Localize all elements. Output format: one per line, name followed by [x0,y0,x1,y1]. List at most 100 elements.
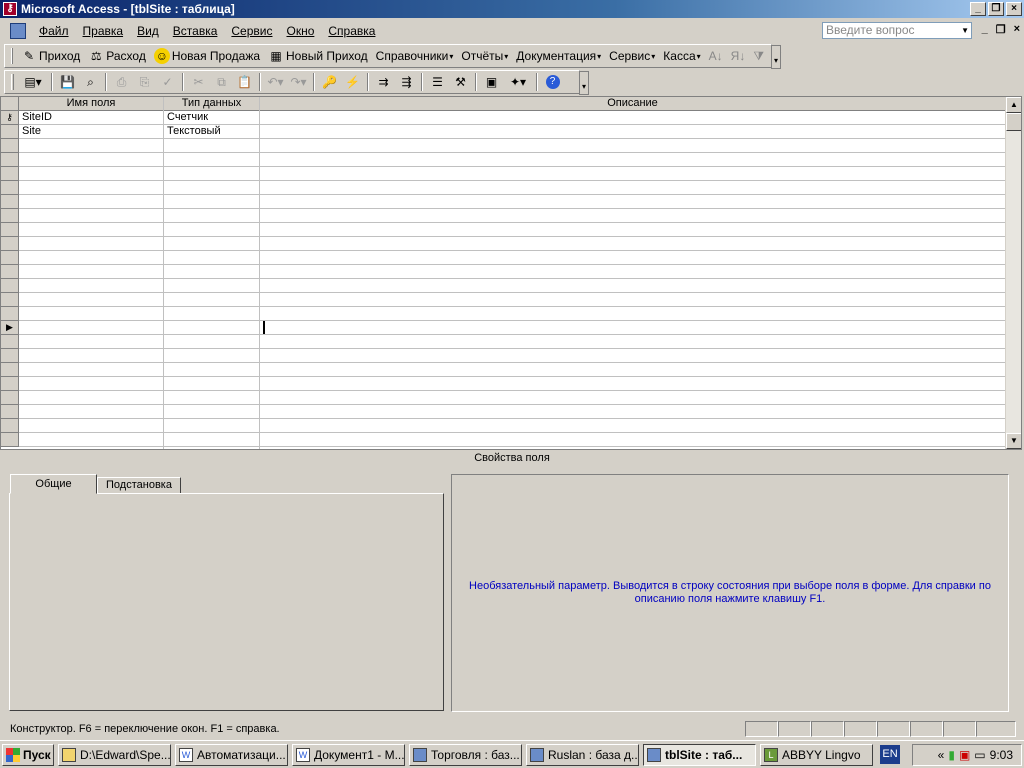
sort-ascending-icon[interactable]: A↓ [705,49,727,63]
copy-icon[interactable]: ⧉ [210,72,233,92]
menu-edit[interactable]: Правка [76,24,131,38]
network-icon[interactable]: ▣ [959,748,970,762]
toolbar-options-icon[interactable]: ▾ [579,71,589,95]
row-selector[interactable] [1,391,19,405]
filter-by-selection-icon[interactable]: ⧩ [749,49,768,64]
table-row[interactable] [1,167,1006,181]
table-row[interactable] [1,335,1006,349]
prihod-button[interactable]: ✎ Приход [17,48,84,64]
taskbar-item-word-automation[interactable]: W Автоматизаци... [175,743,288,766]
new-object-icon[interactable]: ✦▾ [503,72,533,92]
table-row[interactable] [1,391,1006,405]
table-row[interactable] [1,181,1006,195]
view-dropdown-icon[interactable]: ▤▾ [18,72,48,92]
table-row[interactable] [1,321,1006,335]
row-selector[interactable] [1,419,19,433]
row-selector[interactable] [1,223,19,237]
table-row[interactable] [1,195,1006,209]
close-button[interactable]: × [1006,2,1022,16]
undo-icon[interactable]: ↶▾ [264,72,287,92]
row-selector[interactable] [1,265,19,279]
table-row[interactable] [1,433,1006,447]
table-row[interactable] [1,153,1006,167]
directories-menu[interactable]: Справочники [372,49,458,63]
display-icon[interactable]: ▭ [974,748,985,762]
row-selector[interactable] [1,153,19,167]
menu-view[interactable]: Вид [130,24,166,38]
sort-descending-icon[interactable]: Я↓ [727,49,750,63]
help-icon[interactable]: ? [541,72,564,92]
start-button[interactable]: Пуск [2,743,54,766]
row-selector[interactable] [1,335,19,349]
field-name-cell[interactable]: SiteID [19,111,164,125]
insert-rows-icon[interactable]: ⇉ [372,72,395,92]
taskbar-item-word-document[interactable]: W Документ1 - М... [292,743,405,766]
menu-file[interactable]: Файл [32,24,76,38]
toolbar-grip[interactable] [11,48,13,64]
table-window-icon[interactable] [10,23,26,39]
table-row[interactable] [1,223,1006,237]
chevron-down-icon[interactable]: ▼ [961,23,969,38]
toolbar-options-icon[interactable]: ▾ [771,45,781,69]
row-selector-header[interactable] [1,97,19,111]
row-selector[interactable] [1,405,19,419]
row-selector[interactable] [1,125,19,139]
table-row[interactable] [1,377,1006,391]
row-selector[interactable] [1,167,19,181]
tray-expand-icon[interactable]: « [938,748,945,762]
taskbar-item-explorer[interactable]: D:\Edward\Spe... [58,743,171,766]
scroll-up-icon[interactable]: ▲ [1006,97,1021,113]
table-row[interactable] [1,251,1006,265]
table-row[interactable] [1,237,1006,251]
spelling-icon[interactable]: ✓ [156,72,179,92]
row-selector[interactable] [1,237,19,251]
cut-icon[interactable]: ✂ [187,72,210,92]
table-row[interactable] [1,405,1006,419]
taskbar-item-lingvo[interactable]: L ABBYY Lingvo [760,743,873,766]
indexes-icon[interactable]: ⚡ [341,72,364,92]
row-selector[interactable] [1,139,19,153]
row-selector[interactable] [1,279,19,293]
table-row[interactable] [1,349,1006,363]
access-key-icon[interactable]: ⚷ [3,2,17,16]
taskbar-item-tblsite[interactable]: tblSite : таб... [643,743,756,766]
row-selector[interactable] [1,209,19,223]
tab-general[interactable]: Общие [10,474,97,494]
table-row[interactable] [1,307,1006,321]
vertical-scrollbar[interactable]: ▲ ▼ [1005,97,1021,449]
table-row[interactable] [1,363,1006,377]
data-type-cell[interactable]: Текстовый [164,125,260,139]
row-selector[interactable] [1,349,19,363]
primary-key-icon[interactable]: ⚷ [1,111,19,125]
menu-window[interactable]: Окно [279,24,321,38]
taskbar-item-trade-db[interactable]: Торговля : баз... [409,743,522,766]
table-row[interactable] [1,279,1006,293]
paste-icon[interactable]: 📋 [233,72,256,92]
taskbar-item-ruslan-db[interactable]: Ruslan : база д... [526,743,639,766]
toolbar-grip[interactable] [11,74,14,90]
new-sale-button[interactable]: ☺ Новая Продажа [150,48,264,64]
documentation-menu[interactable]: Документация [512,49,605,63]
row-selector[interactable] [1,307,19,321]
clock[interactable]: 9:03 [990,748,1013,762]
cash-menu[interactable]: Касса [659,49,704,63]
delete-rows-icon[interactable]: ⇶ [395,72,418,92]
row-selector[interactable] [1,377,19,391]
print-preview-icon[interactable]: ⎘ [133,72,156,92]
service-menu[interactable]: Сервис [605,49,659,63]
print-icon[interactable]: ⎙ [110,72,133,92]
table-row[interactable] [1,419,1006,433]
scroll-thumb[interactable] [1006,113,1021,131]
current-row-icon[interactable]: ▶ [1,321,19,335]
database-window-icon[interactable]: ▣ [480,72,503,92]
save-icon[interactable]: 💾 [56,72,79,92]
new-receipt-button[interactable]: ▦ Новый Приход [264,48,372,64]
field-name-cell[interactable]: Site [19,125,164,139]
data-type-cell[interactable]: Счетчик [164,111,260,125]
redo-icon[interactable]: ↷▾ [287,72,310,92]
restore-button[interactable]: ❐ [988,2,1004,16]
doc-minimize-button[interactable]: _ [982,23,988,36]
menu-help[interactable]: Справка [321,24,382,38]
table-row[interactable] [1,293,1006,307]
doc-close-button[interactable]: × [1014,23,1020,36]
